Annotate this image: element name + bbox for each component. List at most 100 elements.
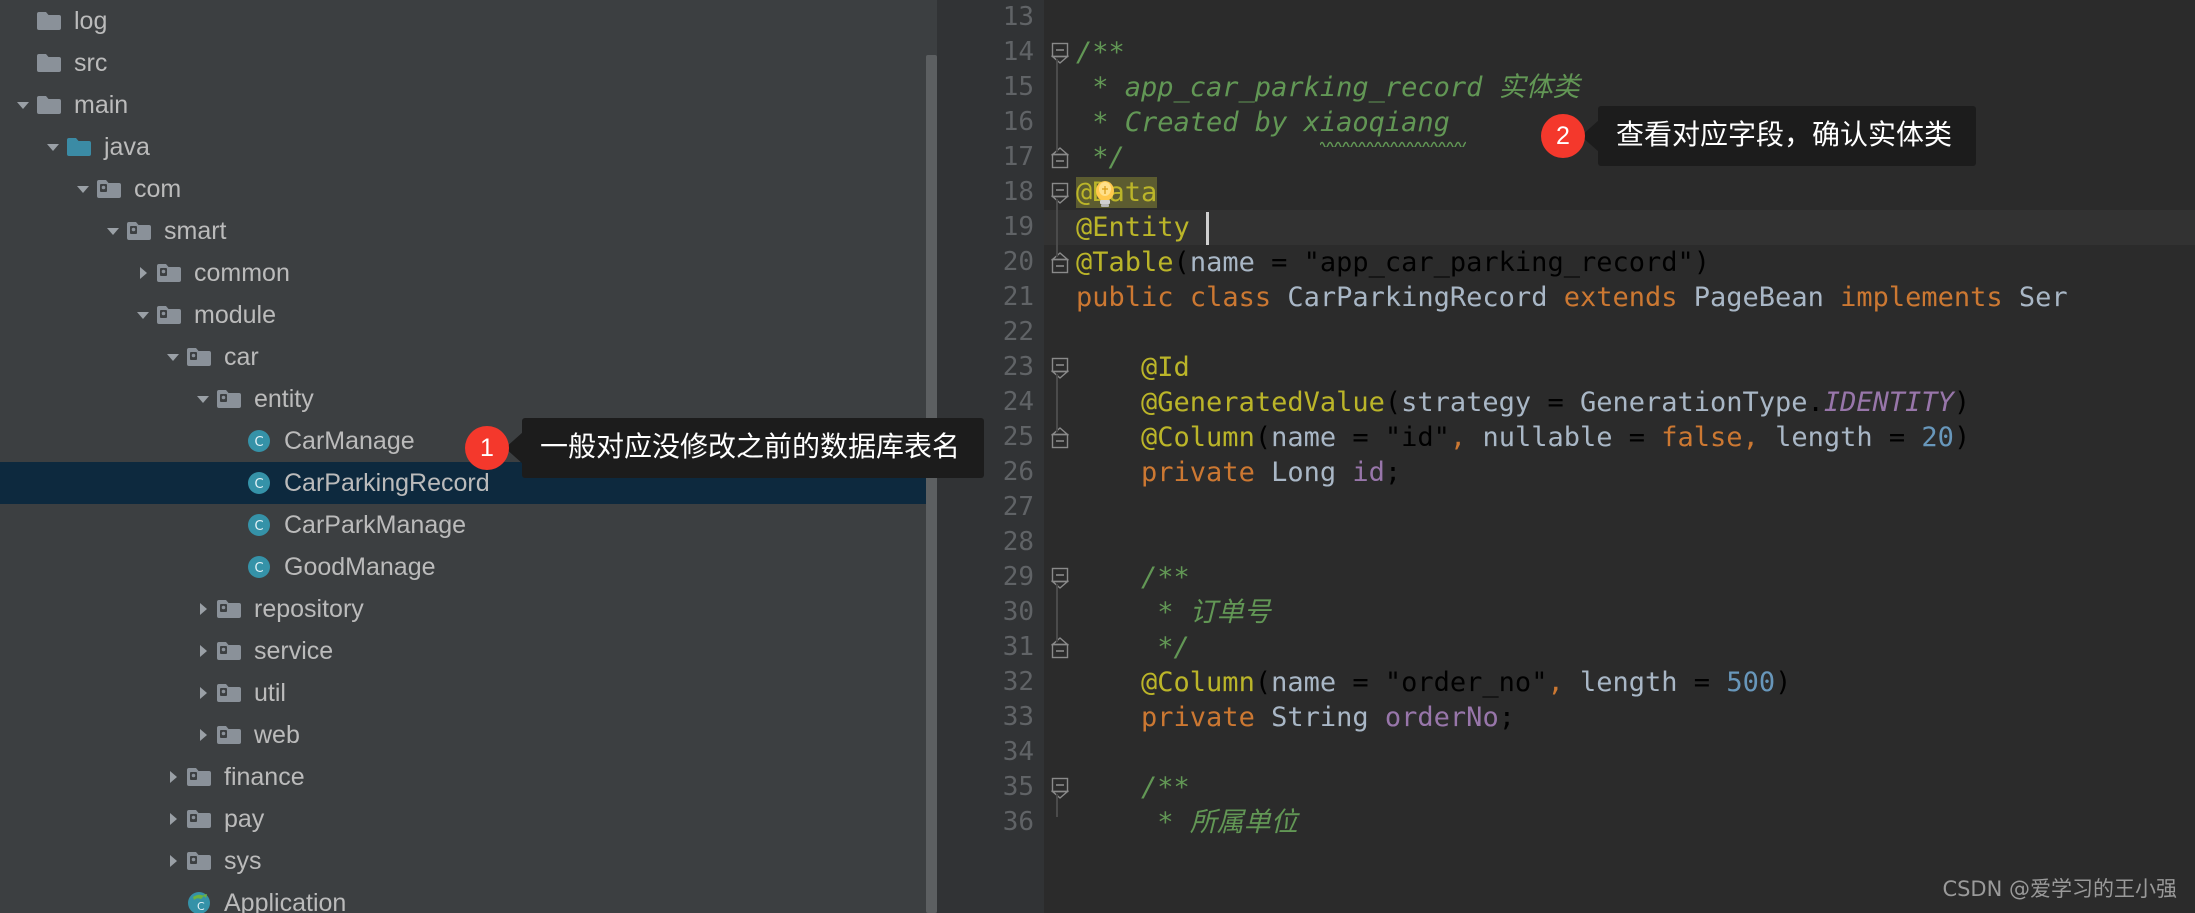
svg-text:C: C (254, 519, 263, 534)
svg-text:C: C (197, 900, 205, 913)
tree-item-entity[interactable]: entity (0, 378, 937, 420)
folder-source-icon (66, 126, 96, 168)
fold-rail (1056, 584, 1058, 642)
folder-plain-icon (36, 42, 66, 84)
chevron-down-icon[interactable] (10, 84, 36, 126)
tree-item-label: java (104, 133, 150, 161)
fold-rail (1056, 794, 1058, 817)
chevron-down-icon[interactable] (100, 210, 126, 252)
code-line-20[interactable]: @Table(name = "app_car_parking_record") (1076, 245, 1710, 280)
chevron-down-icon[interactable] (190, 378, 216, 420)
chevron-right-icon[interactable] (190, 672, 216, 714)
chevron-right-icon[interactable] (190, 630, 216, 672)
chevron-down-icon[interactable] (160, 336, 186, 378)
code-fold-end-icon[interactable] (1046, 630, 1074, 665)
chevron-right-icon[interactable] (160, 756, 186, 798)
chevron-right-icon[interactable] (190, 714, 216, 756)
tree-item-car[interactable]: car (0, 336, 937, 378)
line-number: 27 (1002, 492, 1034, 522)
tree-item-module[interactable]: module (0, 294, 937, 336)
fold-rail (1056, 199, 1058, 257)
code-fold-end-icon[interactable] (1046, 140, 1074, 175)
code-line-14[interactable]: /** (1076, 35, 1125, 70)
project-tree-scrollbar[interactable] (926, 55, 937, 913)
code-line-30[interactable]: * 订单号 (1076, 595, 1271, 630)
tree-item-log[interactable]: log (0, 0, 937, 42)
code-line-26[interactable]: private Long id; (1076, 455, 1401, 490)
tree-item-smart[interactable]: smart (0, 210, 937, 252)
chevron-right-icon[interactable] (190, 588, 216, 630)
tree-item-java[interactable]: java (0, 126, 937, 168)
code-line-23[interactable]: @Id (1076, 350, 1190, 385)
tree-item-label: finance (224, 763, 305, 791)
code-fold-collapse-icon[interactable] (1046, 770, 1074, 805)
code-fold-collapse-icon[interactable] (1046, 560, 1074, 595)
code-line-15[interactable]: * app_car_parking_record 实体类 (1076, 70, 1579, 105)
tree-item-label: com (134, 175, 182, 203)
tree-item-common[interactable]: common (0, 252, 937, 294)
tree-item-web[interactable]: web (0, 714, 937, 756)
chevron-down-icon[interactable] (130, 294, 156, 336)
code-line-19[interactable]: @Entity (1076, 210, 1190, 245)
code-line-31[interactable]: */ (1076, 630, 1190, 665)
tree-item-sys[interactable]: sys (0, 840, 937, 882)
line-number: 16 (1002, 107, 1034, 137)
line-number: 18 (1002, 177, 1034, 207)
tree-item-repository[interactable]: repository (0, 588, 937, 630)
code-line-18[interactable]: @Data (1076, 175, 1158, 210)
chevron-down-icon[interactable] (70, 168, 96, 210)
svg-text:C: C (254, 477, 263, 492)
tree-item-goodmanage[interactable]: C GoodManage (0, 546, 937, 588)
ide-screenshot: log src main java com smart common module car ent… (0, 0, 2195, 913)
code-line-36[interactable]: * 所属单位 (1076, 805, 1298, 840)
tree-item-main[interactable]: main (0, 84, 937, 126)
line-number: 34 (1002, 737, 1034, 767)
text-caret (1206, 212, 1209, 245)
code-fold-collapse-icon[interactable] (1046, 175, 1074, 210)
tree-item-label: repository (254, 595, 364, 623)
folder-package-icon (186, 798, 216, 840)
tree-item-carparkmanage[interactable]: C CarParkManage (0, 504, 937, 546)
code-fold-collapse-icon[interactable] (1046, 350, 1074, 385)
tree-item-label: CarParkingRecord (284, 469, 490, 497)
code-line-33[interactable]: private String orderNo; (1076, 700, 1515, 735)
code-line-29[interactable]: /** (1076, 560, 1190, 595)
code-line-32[interactable]: @Column(name = "order_no", length = 500) (1076, 665, 1791, 700)
code-line-25[interactable]: @Column(name = "id", nullable = false, l… (1076, 420, 1970, 455)
tree-item-com[interactable]: com (0, 168, 937, 210)
chevron-right-icon[interactable] (160, 798, 186, 840)
tree-item-pay[interactable]: pay (0, 798, 937, 840)
folder-package-icon (156, 252, 186, 294)
java-class-icon: C (246, 504, 276, 546)
scrollbar-thumb[interactable] (926, 55, 937, 913)
line-number: 36 (1002, 807, 1034, 837)
chevron-down-icon[interactable] (40, 126, 66, 168)
tree-item-util[interactable]: util (0, 672, 937, 714)
tree-item-label: pay (224, 805, 265, 833)
tree-item-service[interactable]: service (0, 630, 937, 672)
code-line-35[interactable]: /** (1076, 770, 1190, 805)
code-line-21[interactable]: public class CarParkingRecord extends Pa… (1076, 280, 2068, 315)
code-line-17[interactable]: */ (1076, 140, 1125, 175)
tree-item-application[interactable]: C Application (0, 882, 937, 913)
code-fold-collapse-icon[interactable] (1046, 35, 1074, 70)
tree-item-src[interactable]: src (0, 42, 937, 84)
tree-item-label: entity (254, 385, 314, 413)
code-fold-end-icon[interactable] (1046, 420, 1074, 455)
tree-item-finance[interactable]: finance (0, 756, 937, 798)
line-number: 13 (1002, 2, 1034, 32)
folder-package-icon (216, 714, 246, 756)
code-line-24[interactable]: @GeneratedValue(strategy = GenerationTyp… (1076, 385, 1970, 420)
code-folding-gutter[interactable] (1044, 0, 1076, 913)
line-number: 33 (1002, 702, 1034, 732)
line-number: 24 (1002, 387, 1034, 417)
chevron-right-icon[interactable] (130, 252, 156, 294)
chevron-right-icon[interactable] (160, 840, 186, 882)
code-fold-end-icon[interactable] (1046, 245, 1074, 280)
tree-item-label: common (194, 259, 290, 287)
